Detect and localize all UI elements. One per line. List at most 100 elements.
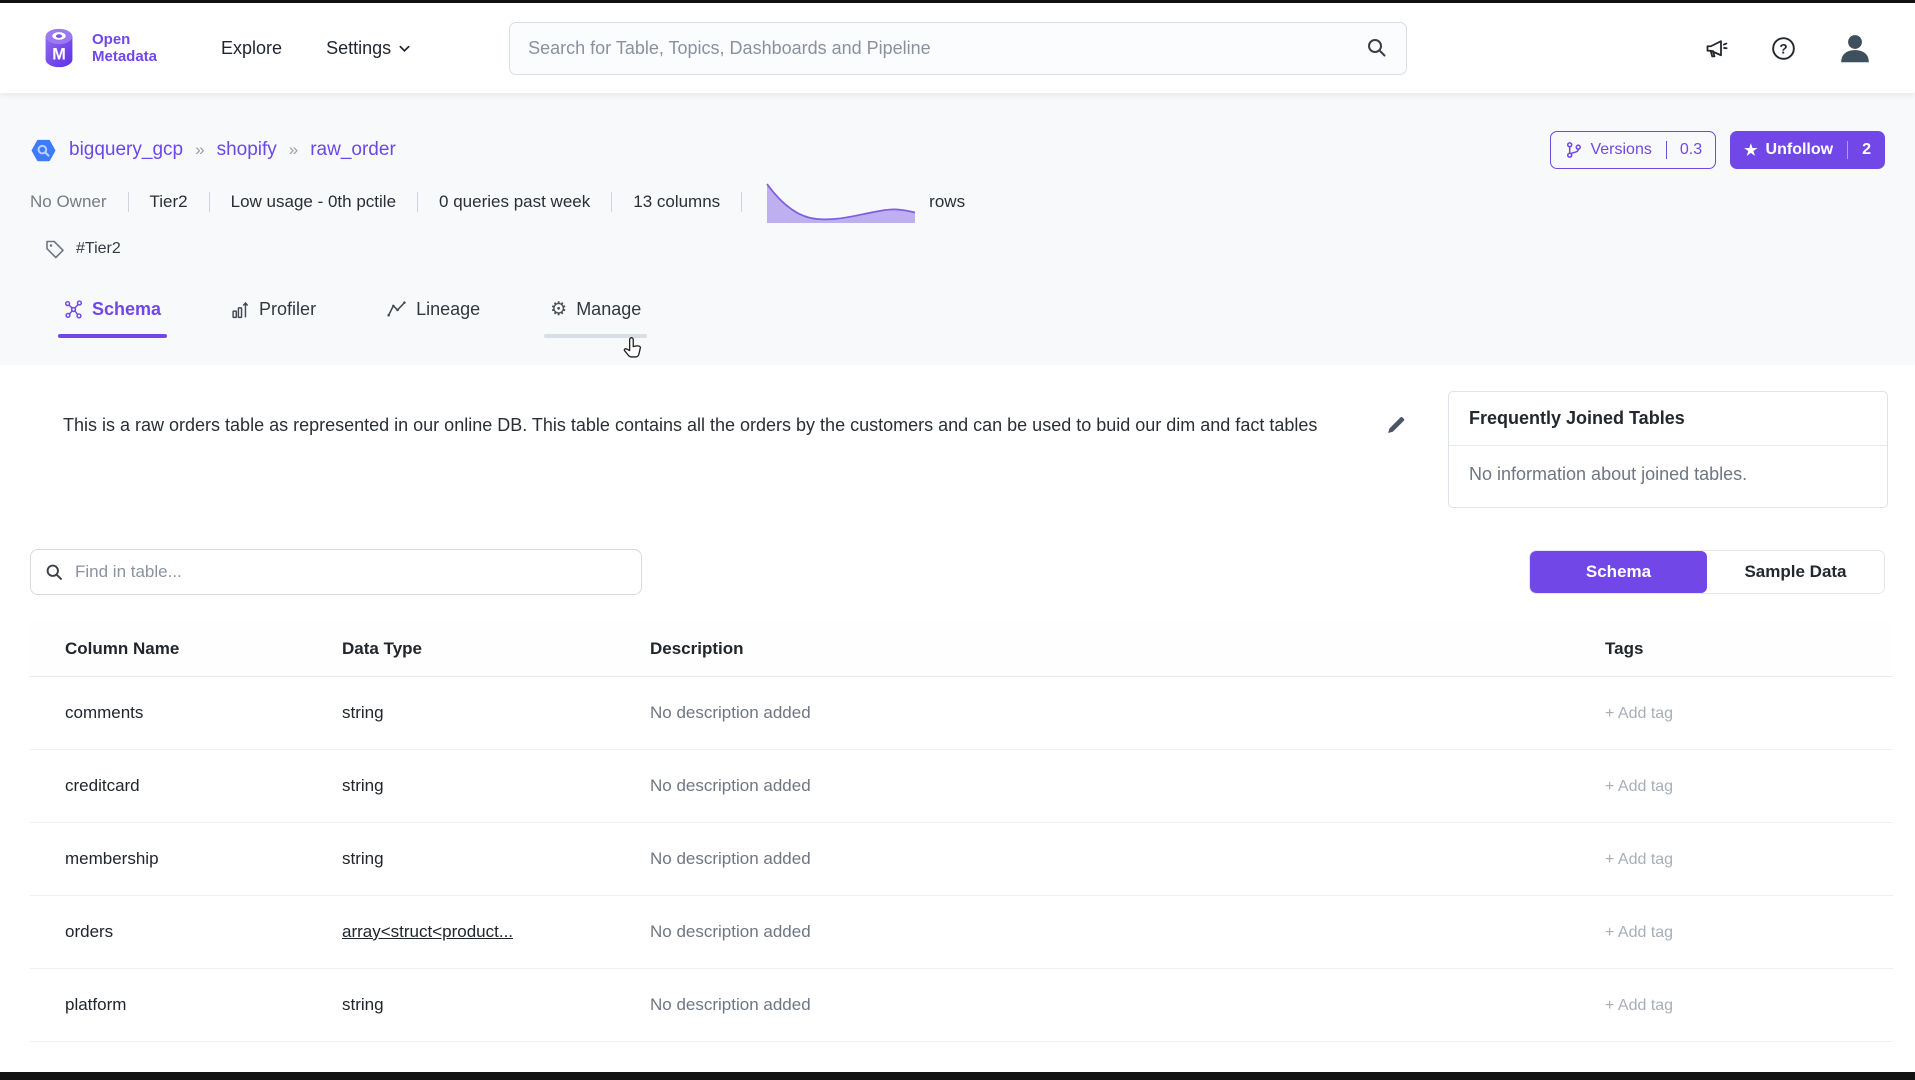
column-name-cell: membership bbox=[30, 822, 312, 895]
usage-value: Low usage - 0th pctile bbox=[231, 192, 396, 212]
header-column-name: Column Name bbox=[30, 622, 312, 676]
tag-row: #Tier2 bbox=[30, 235, 1885, 263]
data-type-cell: string bbox=[312, 749, 620, 822]
tags-cell: + Add tag bbox=[1575, 676, 1893, 749]
nav-settings-label: Settings bbox=[326, 38, 391, 59]
joined-tables-empty-text: No information about joined tables. bbox=[1449, 446, 1887, 507]
rows-sparkline bbox=[765, 179, 917, 225]
table-row: creditcard string No description added +… bbox=[30, 749, 1893, 822]
user-avatar[interactable] bbox=[1837, 30, 1873, 66]
queries-value: 0 queries past week bbox=[439, 192, 590, 212]
data-type-cell: string bbox=[312, 968, 620, 1041]
unfollow-label: Unfollow bbox=[1766, 141, 1834, 159]
header-tags: Tags bbox=[1575, 622, 1893, 676]
description-cell: No description added bbox=[620, 749, 1575, 822]
version-branch-icon bbox=[1565, 141, 1582, 159]
pencil-icon bbox=[1385, 415, 1406, 436]
header-description: Description bbox=[620, 622, 1575, 676]
tab-profiler-label: Profiler bbox=[259, 299, 316, 320]
data-type-value: string bbox=[342, 995, 384, 1014]
whats-new-megaphone-icon[interactable] bbox=[1703, 35, 1730, 62]
tab-lineage[interactable]: Lineage bbox=[380, 293, 486, 338]
versions-button[interactable]: Versions 0.3 bbox=[1550, 131, 1716, 169]
breadcrumb-separator: » bbox=[195, 140, 204, 160]
add-tag-button[interactable]: + Add tag bbox=[1605, 924, 1673, 941]
tab-profiler[interactable]: Profiler bbox=[225, 293, 322, 338]
table-header-row: Column Name Data Type Description Tags bbox=[30, 622, 1893, 676]
find-in-table-input[interactable] bbox=[75, 562, 627, 582]
versions-label: Versions bbox=[1590, 141, 1651, 159]
tags-cell: + Add tag bbox=[1575, 749, 1893, 822]
schema-table-body: comments string No description added + A… bbox=[30, 676, 1893, 1041]
header-data-type: Data Type bbox=[312, 622, 620, 676]
joined-tables-title: Frequently Joined Tables bbox=[1449, 392, 1887, 446]
sample-data-toggle-button[interactable]: Sample Data bbox=[1707, 551, 1884, 593]
breadcrumb: bigquery_gcp » shopify » raw_order bbox=[30, 137, 396, 164]
breadcrumb-link-table[interactable]: raw_order bbox=[310, 139, 396, 161]
window-edge-bottom bbox=[0, 1072, 1915, 1080]
global-search-input[interactable] bbox=[528, 38, 1366, 59]
description-cell: No description added bbox=[620, 968, 1575, 1041]
column-name-cell: comments bbox=[30, 676, 312, 749]
columns-count: 13 columns bbox=[633, 192, 720, 212]
tab-lineage-label: Lineage bbox=[416, 299, 480, 320]
breadcrumb-link-database[interactable]: shopify bbox=[217, 139, 277, 161]
top-navbar: M Open Metadata Explore Settings bbox=[0, 3, 1915, 93]
tags-cell: + Add tag bbox=[1575, 822, 1893, 895]
follower-count: 2 bbox=[1847, 141, 1885, 159]
tab-schema-label: Schema bbox=[92, 299, 161, 320]
table-row: membership string No description added +… bbox=[30, 822, 1893, 895]
help-icon[interactable]: ? bbox=[1770, 35, 1797, 62]
data-type-cell: string bbox=[312, 676, 620, 749]
breadcrumb-separator: » bbox=[289, 140, 298, 160]
data-type-value: string bbox=[342, 849, 384, 868]
svg-text:M: M bbox=[52, 46, 66, 64]
data-type-value[interactable]: array<struct<product... bbox=[342, 922, 513, 941]
star-icon: ★ bbox=[1744, 143, 1757, 158]
profiler-icon bbox=[231, 300, 250, 319]
unfollow-button[interactable]: ★ Unfollow 2 bbox=[1730, 131, 1885, 169]
search-icon[interactable] bbox=[1366, 37, 1388, 59]
rows-label: rows bbox=[929, 192, 965, 212]
gear-icon: ⚙ bbox=[550, 300, 567, 319]
schema-sample-toggle: Schema Sample Data bbox=[1529, 550, 1885, 594]
openmetadata-logo-icon: M bbox=[36, 25, 82, 71]
data-type-value: string bbox=[342, 776, 384, 795]
schema-table: Column Name Data Type Description Tags c… bbox=[30, 622, 1893, 1042]
tier-tag[interactable]: #Tier2 bbox=[76, 240, 121, 258]
logo-text: Open Metadata bbox=[92, 31, 157, 66]
table-description: This is a raw orders table as represente… bbox=[63, 411, 1353, 440]
owner-value: No Owner bbox=[30, 192, 107, 212]
description-cell: No description added bbox=[620, 676, 1575, 749]
tab-manage-label: Manage bbox=[576, 299, 641, 320]
tags-cell: + Add tag bbox=[1575, 968, 1893, 1041]
schema-toolbar: Schema Sample Data bbox=[0, 549, 1915, 595]
tags-cell: + Add tag bbox=[1575, 895, 1893, 968]
nav-settings[interactable]: Settings bbox=[326, 38, 411, 59]
add-tag-button[interactable]: + Add tag bbox=[1605, 851, 1673, 868]
schema-icon bbox=[64, 300, 83, 319]
navbar-right: ? bbox=[1703, 30, 1873, 66]
column-name-cell: platform bbox=[30, 968, 312, 1041]
tab-manage[interactable]: ⚙ Manage bbox=[544, 293, 647, 338]
column-name-cell: orders bbox=[30, 895, 312, 968]
tab-schema[interactable]: Schema bbox=[58, 293, 167, 338]
breadcrumb-link-service[interactable]: bigquery_gcp bbox=[69, 139, 183, 161]
chevron-down-icon bbox=[398, 42, 411, 55]
add-tag-button[interactable]: + Add tag bbox=[1605, 705, 1673, 722]
find-search-icon bbox=[45, 563, 64, 582]
svg-text:?: ? bbox=[1779, 41, 1787, 56]
edit-description-button[interactable] bbox=[1385, 415, 1406, 441]
nav-explore[interactable]: Explore bbox=[221, 38, 282, 59]
bigquery-service-icon bbox=[30, 137, 57, 164]
tier-value: Tier2 bbox=[150, 192, 188, 212]
schema-toggle-button[interactable]: Schema bbox=[1530, 551, 1707, 593]
schema-tab-panel: This is a raw orders table as represente… bbox=[0, 365, 1915, 1074]
add-tag-button[interactable]: + Add tag bbox=[1605, 997, 1673, 1014]
data-type-cell: array<struct<product... bbox=[312, 895, 620, 968]
description-cell: No description added bbox=[620, 822, 1575, 895]
description-cell: No description added bbox=[620, 895, 1575, 968]
openmetadata-logo[interactable]: M Open Metadata bbox=[36, 25, 157, 71]
add-tag-button[interactable]: + Add tag bbox=[1605, 778, 1673, 795]
description-section: This is a raw orders table as represente… bbox=[0, 365, 1915, 537]
